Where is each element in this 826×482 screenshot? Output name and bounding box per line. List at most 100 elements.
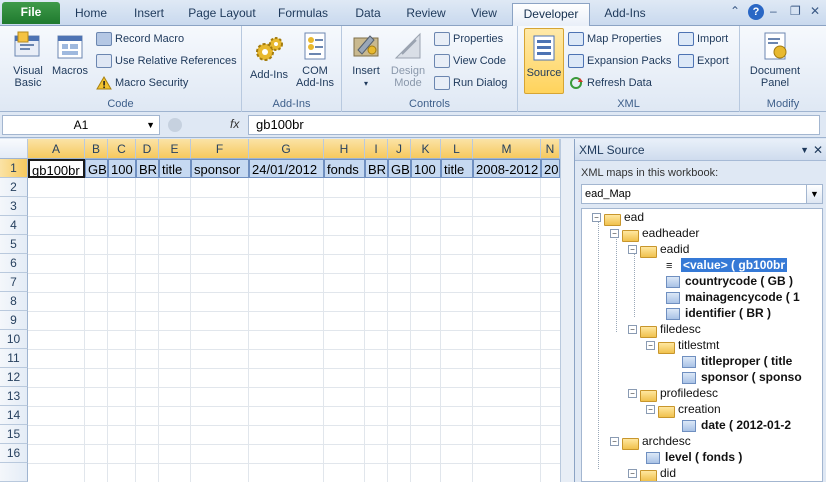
tree-node[interactable]: mainagencycode ( 1 (666, 289, 800, 305)
collapse-icon[interactable]: − (628, 389, 637, 399)
tab-developer[interactable]: Developer (512, 3, 590, 27)
column-header-f[interactable]: F (191, 139, 249, 159)
cell-j1[interactable]: GB (388, 159, 411, 178)
tree-node[interactable]: level ( fonds ) (646, 449, 742, 465)
column-header-k[interactable]: K (411, 139, 441, 159)
cell-e1[interactable]: title (159, 159, 191, 178)
window-minimize-icon[interactable]: – (770, 4, 777, 18)
xml-map-select[interactable]: ead_Map ▼ (581, 184, 823, 204)
tree-node[interactable]: − eadheader (610, 225, 699, 242)
name-box[interactable]: A1 ▼ (2, 115, 160, 135)
column-header-m[interactable]: M (473, 139, 541, 159)
column-header-i[interactable]: I (365, 139, 388, 159)
name-box-dropdown-icon[interactable]: ▼ (146, 116, 155, 134)
collapse-icon[interactable]: − (646, 405, 655, 415)
ribbon-minimize-icon[interactable]: ⌃ (730, 4, 740, 18)
column-header-n[interactable]: N (541, 139, 560, 159)
column-header-h[interactable]: H (324, 139, 365, 159)
row-header-3[interactable]: 3 (0, 197, 28, 216)
row-header-15[interactable]: 15 (0, 425, 28, 444)
design-mode-button[interactable]: Design Mode (386, 30, 430, 89)
xml-source-button[interactable]: Source (524, 28, 564, 94)
cell-a1[interactable]: gb100br (28, 159, 85, 178)
row-header-16[interactable]: 16 (0, 444, 28, 463)
vertical-scrollbar[interactable] (560, 139, 574, 482)
cell-f1[interactable]: sponsor (191, 159, 249, 178)
tree-node[interactable]: identifier ( BR ) (666, 305, 771, 321)
cell-g1[interactable]: 24/01/2012 (249, 159, 324, 178)
cell-l1[interactable]: title (441, 159, 473, 178)
export-button[interactable]: Export (678, 52, 729, 70)
row-header-17[interactable] (0, 463, 28, 482)
select-all-corner[interactable] (0, 139, 28, 159)
row-header-4[interactable]: 4 (0, 216, 28, 235)
refresh-data-button[interactable]: Refresh Data (568, 74, 652, 92)
column-header-a[interactable]: A (28, 139, 85, 159)
pane-close-icon[interactable]: ✕ (813, 139, 823, 161)
cell-i1[interactable]: BR (365, 159, 388, 178)
cell-b1[interactable]: GB (85, 159, 108, 178)
tree-node[interactable]: − eadid (628, 241, 689, 258)
insert-function-icon[interactable]: fx (230, 117, 239, 131)
record-macro-button[interactable]: Record Macro (96, 30, 184, 48)
row-header-6[interactable]: 6 (0, 254, 28, 273)
cell-n1[interactable]: 20 (541, 159, 560, 178)
macros-button[interactable]: Macros (50, 30, 90, 77)
column-header-g[interactable]: G (249, 139, 324, 159)
pane-options-dropdown-icon[interactable]: ▼ (800, 139, 809, 161)
cell-m1[interactable]: 2008-2012 (473, 159, 541, 178)
row-header-7[interactable]: 7 (0, 273, 28, 292)
row-header-12[interactable]: 12 (0, 368, 28, 387)
tree-node[interactable]: sponsor ( sponso (682, 369, 802, 385)
tree-node[interactable]: − creation (646, 401, 721, 418)
row-header-11[interactable]: 11 (0, 349, 28, 368)
com-add-ins-button[interactable]: COM Add-Ins (292, 30, 338, 89)
tab-view[interactable]: View (458, 3, 510, 26)
cell-k1[interactable]: 100 (411, 159, 441, 178)
help-icon[interactable]: ? (748, 4, 764, 20)
tab-review[interactable]: Review (398, 3, 454, 26)
collapse-icon[interactable]: − (628, 325, 637, 335)
column-header-e[interactable]: E (159, 139, 191, 159)
row-header-8[interactable]: 8 (0, 292, 28, 311)
tree-node[interactable]: countrycode ( GB ) (666, 273, 793, 289)
collapse-icon[interactable]: − (610, 437, 619, 447)
row-header-1[interactable]: 1 (0, 159, 28, 178)
tree-node[interactable]: − filedesc (628, 321, 701, 338)
row-header-10[interactable]: 10 (0, 330, 28, 349)
tab-data[interactable]: Data (342, 3, 394, 26)
collapse-icon[interactable]: − (610, 229, 619, 239)
row-header-9[interactable]: 9 (0, 311, 28, 330)
visual-basic-button[interactable]: Visual Basic (6, 30, 50, 89)
tree-node[interactable]: − titlestmt (646, 337, 719, 354)
xml-tree[interactable]: − ead − eadheader − eadid ≡ <value> ( gb100b… (581, 208, 823, 482)
formula-input[interactable]: gb100br (248, 115, 820, 135)
map-properties-button[interactable]: Map Properties (568, 30, 662, 48)
document-panel-button[interactable]: Document Panel (744, 30, 806, 89)
row-header-14[interactable]: 14 (0, 406, 28, 425)
tree-node[interactable]: date ( 2012-01-2 (682, 417, 791, 433)
cell-c1[interactable]: 100 (108, 159, 136, 178)
tab-add-ins[interactable]: Add-Ins (594, 3, 656, 26)
column-header-d[interactable]: D (136, 139, 159, 159)
collapse-icon[interactable]: − (628, 245, 637, 255)
tab-file[interactable]: File (2, 2, 60, 24)
spreadsheet-grid[interactable]: A B C D E F G H I J K L M N 1 2 3 4 5 6 … (0, 139, 560, 482)
row-header-2[interactable]: 2 (0, 178, 28, 197)
insert-control-button[interactable]: Insert ▾ (346, 30, 386, 90)
row-header-13[interactable]: 13 (0, 387, 28, 406)
tree-node[interactable]: titleproper ( title (682, 353, 792, 369)
tree-node[interactable]: − did (628, 465, 676, 481)
tab-formulas[interactable]: Formulas (268, 3, 338, 26)
cell-h1[interactable]: fonds (324, 159, 365, 178)
row-header-5[interactable]: 5 (0, 235, 28, 254)
window-restore-icon[interactable]: ❐ (790, 4, 801, 18)
window-close-icon[interactable]: ✕ (810, 4, 820, 18)
tree-node[interactable]: − ead (592, 209, 644, 226)
collapse-icon[interactable]: − (592, 213, 601, 223)
collapse-icon[interactable]: − (646, 341, 655, 351)
tab-page-layout[interactable]: Page Layout (180, 3, 264, 26)
expansion-packs-button[interactable]: Expansion Packs (568, 52, 671, 70)
tree-node-selected[interactable]: ≡ <value> ( gb100br (666, 257, 788, 273)
view-code-button[interactable]: View Code (434, 52, 506, 70)
